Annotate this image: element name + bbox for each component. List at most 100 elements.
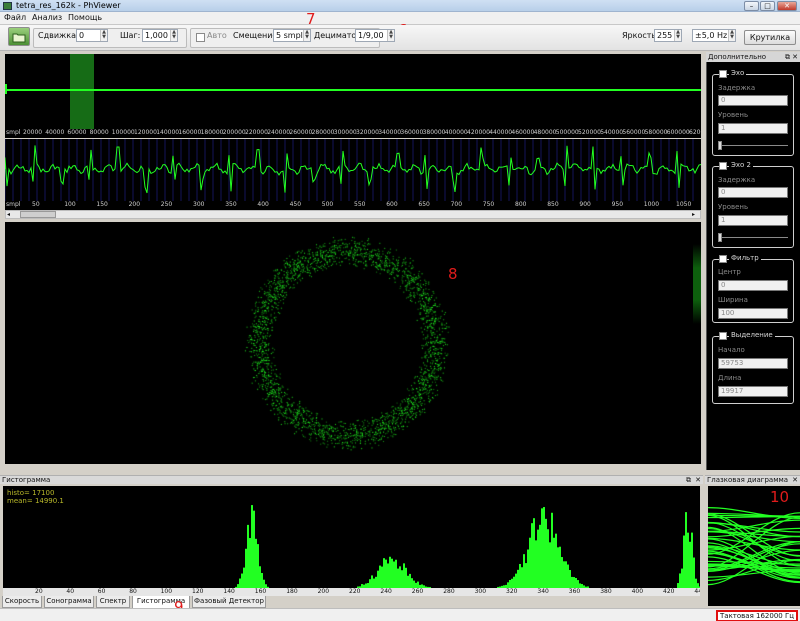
slider-knob[interactable] xyxy=(718,141,722,150)
overview-panel[interactable] xyxy=(5,54,701,130)
spin-arrows-icon[interactable]: ▲ ▼ xyxy=(674,30,681,41)
histogram-bar xyxy=(537,529,539,588)
tab-sonogram[interactable]: Сонограмма xyxy=(44,596,94,608)
shift-spinbox[interactable]: 0 ▲ ▼ xyxy=(76,29,108,42)
constellation-panel[interactable] xyxy=(5,222,701,464)
histogram-bar xyxy=(693,557,695,588)
steepness-button[interactable]: Крутилка xyxy=(744,30,796,45)
echo-delay-field[interactable]: 0 xyxy=(718,95,788,106)
overview-axis-tick: 400000 xyxy=(444,129,468,136)
decimator-spinbox[interactable]: 1/9,00 ▲ ▼ xyxy=(355,29,395,42)
tab-phase-detector[interactable]: Фазовый Детектор xyxy=(192,596,266,608)
selection-region[interactable] xyxy=(70,54,94,130)
histogram-bar xyxy=(401,570,403,588)
waveform-axis-tick: 950 xyxy=(611,201,624,208)
overview-axis-tick: 380000 xyxy=(422,129,446,136)
spin-arrows-icon[interactable]: ▲ ▼ xyxy=(387,30,394,41)
scroll-thumb[interactable] xyxy=(20,211,56,218)
filter-width-field[interactable]: 100 xyxy=(718,308,788,319)
waveform-panel[interactable] xyxy=(5,139,701,201)
histogram-bar xyxy=(377,570,379,588)
app-icon xyxy=(3,2,12,10)
histogram-bar xyxy=(553,537,555,588)
scroll-left-arrow-icon[interactable]: ◂ xyxy=(7,211,14,218)
selection-start-label: Начало xyxy=(718,346,745,354)
waveform-axis-tick: 650 xyxy=(418,201,430,208)
overview-axis-tick: 300000 xyxy=(333,129,357,136)
waveform-axis-tick: 500 xyxy=(321,201,334,208)
close-dock-icon[interactable]: ✕ xyxy=(792,476,798,485)
menu-file[interactable]: Файл xyxy=(4,13,26,22)
overview-axis-unit: smpl xyxy=(6,129,21,136)
echo2-delay-field[interactable]: 0 xyxy=(718,187,788,198)
eye-diagram-title: Глазковая диаграмма xyxy=(707,476,789,484)
tab-spectrum[interactable]: Спектр xyxy=(96,596,130,608)
minimize-button[interactable]: – xyxy=(744,1,759,11)
slider-knob[interactable] xyxy=(718,233,722,242)
overview-axis-tick: 440000 xyxy=(489,129,513,136)
histogram-bar xyxy=(257,544,259,588)
histogram-bar xyxy=(369,579,371,588)
waveform-scrollbar[interactable]: ◂ ▸ xyxy=(5,210,701,219)
histogram-bar xyxy=(577,580,579,588)
undock-icon[interactable]: ⧉ xyxy=(785,52,790,62)
spin-arrows-icon[interactable]: ▲ ▼ xyxy=(728,30,735,41)
echo2-level-slider[interactable] xyxy=(718,233,788,242)
histogram-panel[interactable]: histo= 17100 mean= 14990.1 xyxy=(3,486,700,588)
histogram-axis-tick: 260 xyxy=(411,588,424,595)
selection-start-field[interactable]: 59753 xyxy=(718,358,788,369)
overview-axis-tick: 560000 xyxy=(622,129,646,136)
close-button[interactable]: ✕ xyxy=(777,1,797,11)
overview-axis-tick: 460000 xyxy=(511,129,535,136)
echo-checkbox[interactable] xyxy=(719,70,727,78)
open-file-button[interactable] xyxy=(8,27,30,46)
scroll-right-arrow-icon[interactable]: ▸ xyxy=(692,211,699,218)
offset-spinbox[interactable]: 5 smpl ▲ ▼ xyxy=(273,29,311,42)
menu-help[interactable]: Помощь xyxy=(68,13,102,22)
histogram-axis-tick: 200 xyxy=(317,588,330,595)
spin-arrows-icon[interactable]: ▲ ▼ xyxy=(170,30,177,41)
frequency-spinbox[interactable]: ±5,0 Hz ▲ ▼ xyxy=(692,29,736,42)
waveform-axis-tick: 1000 xyxy=(643,201,660,208)
echo2-checkbox[interactable] xyxy=(719,162,727,170)
overview-axis-tick: 480000 xyxy=(533,129,557,136)
auto-label: Авто xyxy=(207,31,227,40)
echo-level-label: Уровень xyxy=(718,111,749,119)
overview-axis-tick: 60000 xyxy=(67,129,87,136)
filter-center-field[interactable]: 0 xyxy=(718,280,788,291)
selection-length-field[interactable]: 19917 xyxy=(718,386,788,397)
histogram-axis-tick: 400 xyxy=(631,588,644,595)
echo2-level-field[interactable]: 1 xyxy=(718,215,788,226)
step-value: 1,000 xyxy=(145,31,168,40)
spin-arrows-icon[interactable]: ▲ ▼ xyxy=(100,30,107,41)
undock-icon[interactable]: ⧉ xyxy=(686,476,691,485)
filter-checkbox[interactable] xyxy=(719,255,727,263)
waveform-axis-unit: smpl xyxy=(6,201,21,208)
histogram-axis-tick: 240 xyxy=(380,588,392,595)
histogram-axis-tick: 80 xyxy=(129,588,137,595)
auto-checkbox[interactable] xyxy=(196,33,205,42)
spin-arrows-icon[interactable]: ▲ ▼ xyxy=(303,30,310,41)
histogram-bar xyxy=(255,538,257,588)
selection-checkbox[interactable] xyxy=(719,332,727,340)
waveform-axis-tick: 800 xyxy=(515,201,527,208)
waveform-axis-tick: 200 xyxy=(128,201,141,208)
close-dock-icon[interactable]: ✕ xyxy=(792,52,798,62)
waveform-axis-tick: 600 xyxy=(386,201,398,208)
maximize-button[interactable]: □ xyxy=(760,1,775,11)
echo2-level-label: Уровень xyxy=(718,203,749,211)
histogram-bar xyxy=(547,529,549,588)
histogram-bar xyxy=(389,556,391,588)
echo-level-slider[interactable] xyxy=(718,141,788,150)
offset-value: 5 smpl xyxy=(276,31,303,40)
close-dock-icon[interactable]: ✕ xyxy=(695,476,701,485)
tab-speed[interactable]: Скорость xyxy=(2,596,42,608)
folder-icon xyxy=(12,33,26,43)
menu-analysis[interactable]: Анализ xyxy=(32,13,62,22)
histogram-bar xyxy=(695,578,697,588)
step-spinbox[interactable]: 1,000 ▲ ▼ xyxy=(142,29,178,42)
histogram-axis-tick: 300 xyxy=(474,588,487,595)
waveform-axis-tick: 900 xyxy=(579,201,591,208)
echo-level-field[interactable]: 1 xyxy=(718,123,788,134)
brightness-spinbox[interactable]: 255 ▲ ▼ xyxy=(654,29,682,42)
